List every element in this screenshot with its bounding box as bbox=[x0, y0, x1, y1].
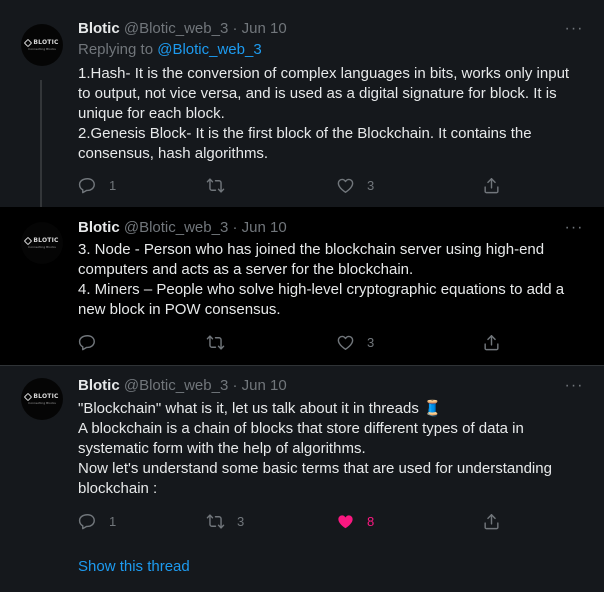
more-options-button[interactable]: ··· bbox=[564, 218, 584, 238]
retweet-icon bbox=[206, 334, 225, 350]
reply-icon bbox=[78, 177, 95, 193]
author-name[interactable]: Blotic bbox=[78, 20, 120, 37]
tweet-actions: 1 3 bbox=[70, 168, 510, 202]
logo-tagline: Connecting Blocks bbox=[28, 245, 56, 249]
logo-tagline: Connecting Blocks bbox=[28, 47, 56, 51]
retweet-button[interactable]: 3 bbox=[206, 504, 244, 538]
author-handle[interactable]: @Blotic_web_3 bbox=[124, 219, 228, 236]
author-handle[interactable]: @Blotic_web_3 bbox=[124, 377, 228, 394]
logo-tagline: Connecting Blocks bbox=[28, 401, 56, 405]
reply-icon bbox=[78, 513, 95, 529]
heart-filled-icon bbox=[338, 514, 353, 528]
separator-dot: · bbox=[232, 219, 238, 236]
tweet-text: "Blockchain" what is it, let us talk abo… bbox=[78, 399, 578, 499]
reply-button[interactable] bbox=[78, 325, 109, 359]
tweet-header: Blotic @Blotic_web_3 · Jun 10 bbox=[78, 218, 287, 238]
share-icon bbox=[484, 334, 499, 350]
tweet-date[interactable]: Jun 10 bbox=[242, 377, 287, 394]
tweet-date[interactable]: Jun 10 bbox=[242, 20, 287, 37]
more-horizontal-icon: ··· bbox=[564, 20, 584, 37]
reply-mention-link[interactable]: @Blotic_web_3 bbox=[157, 41, 261, 58]
tweet-text: 1.Hash- It is the conversion of complex … bbox=[78, 64, 578, 164]
more-options-button[interactable]: ··· bbox=[564, 376, 584, 396]
replying-to: Replying to @Blotic_web_3 bbox=[78, 41, 262, 58]
share-icon bbox=[484, 177, 499, 193]
like-button[interactable]: 3 bbox=[336, 325, 374, 359]
avatar[interactable]: BLOTIC Connecting Blocks bbox=[21, 24, 63, 66]
blotic-logo: BLOTIC bbox=[24, 392, 58, 401]
reply-button[interactable]: 1 bbox=[78, 168, 116, 202]
author-handle[interactable]: @Blotic_web_3 bbox=[124, 20, 228, 37]
blotic-logo: BLOTIC bbox=[24, 38, 58, 47]
separator-dot: · bbox=[232, 377, 238, 394]
tweet-line: "Blockchain" what is it, let us talk abo… bbox=[78, 400, 442, 417]
tweet-line: Now let's understand some basic terms th… bbox=[78, 460, 552, 497]
like-button[interactable]: 8 bbox=[336, 504, 374, 538]
avatar[interactable]: BLOTIC Connecting Blocks bbox=[21, 222, 63, 264]
share-button[interactable] bbox=[482, 325, 501, 359]
like-count: 3 bbox=[367, 177, 375, 193]
tweet-line: A blockchain is a chain of blocks that s… bbox=[78, 420, 524, 457]
show-thread-link[interactable]: Show this thread bbox=[78, 557, 190, 577]
share-button[interactable] bbox=[482, 504, 501, 538]
tweet-line: 4. Miners – People who solve high-level … bbox=[78, 281, 565, 318]
share-icon bbox=[484, 513, 499, 529]
thread-connector-line bbox=[40, 80, 42, 208]
separator-dot: · bbox=[232, 20, 238, 37]
retweet-button[interactable] bbox=[206, 168, 237, 202]
heart-icon bbox=[337, 178, 354, 193]
like-count: 8 bbox=[367, 513, 375, 529]
reply-icon bbox=[78, 334, 95, 350]
tweet-header: Blotic @Blotic_web_3 · Jun 10 bbox=[78, 19, 287, 39]
like-count: 3 bbox=[367, 334, 375, 350]
blotic-logo: BLOTIC bbox=[24, 236, 58, 245]
author-name[interactable]: Blotic bbox=[78, 377, 120, 394]
reply-count: 1 bbox=[109, 177, 117, 193]
retweet-icon bbox=[206, 177, 225, 193]
timeline: BLOTIC Connecting Blocks Blotic @Blotic_… bbox=[0, 0, 604, 592]
tweet-actions: 1 3 8 bbox=[70, 504, 510, 538]
more-horizontal-icon: ··· bbox=[564, 377, 584, 394]
tweet-line: 2.Genesis Block- It is the first block o… bbox=[78, 125, 532, 162]
tweet-text: 3. Node - Person who has joined the bloc… bbox=[78, 240, 578, 320]
reply-count: 1 bbox=[109, 513, 117, 529]
tweet-header: Blotic @Blotic_web_3 · Jun 10 bbox=[78, 376, 287, 396]
retweet-icon bbox=[206, 513, 225, 529]
tweet-date[interactable]: Jun 10 bbox=[242, 219, 287, 236]
author-name[interactable]: Blotic bbox=[78, 219, 120, 236]
like-button[interactable]: 3 bbox=[336, 168, 374, 202]
heart-icon bbox=[337, 335, 354, 350]
tweet[interactable]: BLOTIC Connecting Blocks Blotic @Blotic_… bbox=[0, 207, 604, 366]
tweet[interactable]: BLOTIC Connecting Blocks Blotic @Blotic_… bbox=[0, 0, 604, 208]
tweet-line: 3. Node - Person who has joined the bloc… bbox=[78, 241, 545, 278]
reply-button[interactable]: 1 bbox=[78, 504, 116, 538]
tweet-line: 1.Hash- It is the conversion of complex … bbox=[78, 65, 570, 122]
avatar[interactable]: BLOTIC Connecting Blocks bbox=[21, 378, 63, 420]
more-options-button[interactable]: ··· bbox=[564, 19, 584, 39]
tweet-actions: 3 bbox=[70, 325, 510, 359]
retweet-button[interactable] bbox=[206, 325, 237, 359]
more-horizontal-icon: ··· bbox=[564, 219, 584, 236]
retweet-count: 3 bbox=[237, 513, 245, 529]
share-button[interactable] bbox=[482, 168, 501, 202]
